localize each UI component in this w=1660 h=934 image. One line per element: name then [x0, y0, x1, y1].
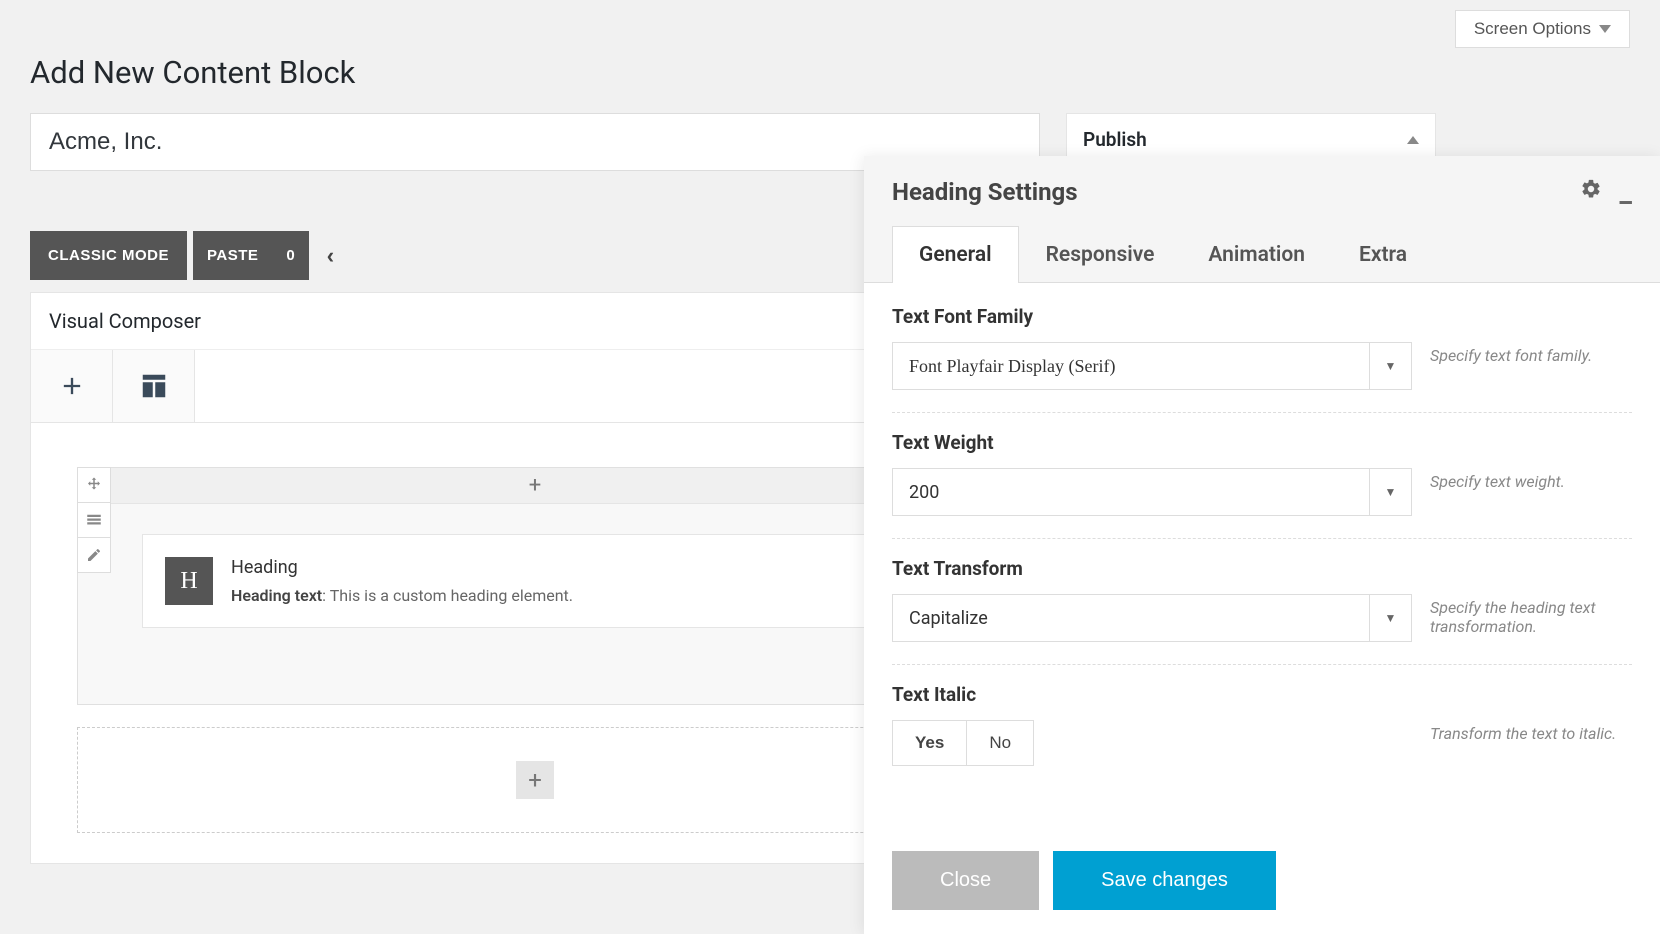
- close-button[interactable]: Close: [892, 851, 1039, 910]
- templates-button[interactable]: [113, 350, 195, 422]
- collapse-button[interactable]: ‹: [315, 233, 346, 279]
- add-row-placeholder[interactable]: +: [77, 727, 993, 833]
- screen-options-button[interactable]: Screen Options: [1455, 10, 1630, 48]
- text-weight-select[interactable]: 200 ▼: [892, 468, 1412, 516]
- publish-title: Publish: [1083, 128, 1147, 151]
- chevron-down-icon: [1599, 25, 1611, 33]
- heading-settings-panel: Heading Settings _ General Responsive An…: [864, 156, 1660, 934]
- text-italic-hint: Transform the text to italic.: [1430, 720, 1632, 743]
- paste-count-button[interactable]: 0: [272, 231, 308, 280]
- add-element-button[interactable]: [31, 350, 113, 422]
- classic-mode-button[interactable]: CLASSIC MODE: [30, 231, 187, 280]
- font-family-value: Font Playfair Display (Serif): [893, 343, 1369, 389]
- tab-animation[interactable]: Animation: [1181, 226, 1332, 283]
- font-family-label: Text Font Family: [892, 305, 1632, 328]
- paste-button[interactable]: PASTE: [193, 231, 272, 280]
- plus-icon: [58, 372, 86, 400]
- text-transform-value: Capitalize: [893, 595, 1369, 641]
- text-weight-value: 200: [893, 469, 1369, 515]
- text-transform-hint: Specify the heading text transformation.: [1430, 594, 1632, 636]
- composer-row: + H Heading Heading text: This is a cust…: [77, 467, 993, 705]
- plus-icon: +: [528, 766, 542, 794]
- move-icon: [85, 476, 103, 494]
- settings-gear-button[interactable]: [1580, 178, 1602, 206]
- row-add-element-button[interactable]: +: [520, 471, 550, 501]
- row-layout-handle[interactable]: [77, 502, 111, 538]
- settings-panel-title: Heading Settings: [892, 178, 1078, 206]
- row-move-handle[interactable]: [77, 467, 111, 503]
- page-title: Add New Content Block: [30, 54, 1630, 91]
- text-transform-select[interactable]: Capitalize ▼: [892, 594, 1412, 642]
- chevron-down-icon: ▼: [1369, 343, 1411, 389]
- text-weight-label: Text Weight: [892, 431, 1632, 454]
- save-changes-button[interactable]: Save changes: [1053, 851, 1276, 910]
- font-family-hint: Specify text font family.: [1430, 342, 1632, 365]
- screen-options-label: Screen Options: [1474, 19, 1591, 39]
- add-row-button[interactable]: +: [516, 761, 554, 799]
- text-italic-label: Text Italic: [892, 683, 1632, 706]
- rows-icon: [85, 511, 103, 529]
- italic-no-button[interactable]: No: [966, 720, 1034, 766]
- element-description: Heading text: This is a custom heading e…: [231, 586, 573, 605]
- tab-responsive[interactable]: Responsive: [1019, 226, 1182, 283]
- text-weight-hint: Specify text weight.: [1430, 468, 1632, 491]
- tab-general[interactable]: General: [892, 226, 1019, 283]
- minimize-button[interactable]: _: [1620, 187, 1632, 197]
- heading-element-icon: H: [165, 557, 213, 605]
- gear-icon: [1580, 178, 1602, 200]
- italic-yes-button[interactable]: Yes: [892, 720, 966, 766]
- chevron-left-icon: ‹: [327, 243, 334, 268]
- element-title: Heading: [231, 557, 573, 578]
- pencil-icon: [86, 547, 102, 563]
- layout-icon: [139, 371, 169, 401]
- chevron-up-icon[interactable]: [1407, 136, 1419, 144]
- plus-icon: +: [529, 473, 541, 498]
- chevron-down-icon: ▼: [1369, 595, 1411, 641]
- row-edit-handle[interactable]: [77, 537, 111, 573]
- font-family-select[interactable]: Font Playfair Display (Serif) ▼: [892, 342, 1412, 390]
- tab-extra[interactable]: Extra: [1332, 226, 1434, 283]
- chevron-down-icon: ▼: [1369, 469, 1411, 515]
- text-transform-label: Text Transform: [892, 557, 1632, 580]
